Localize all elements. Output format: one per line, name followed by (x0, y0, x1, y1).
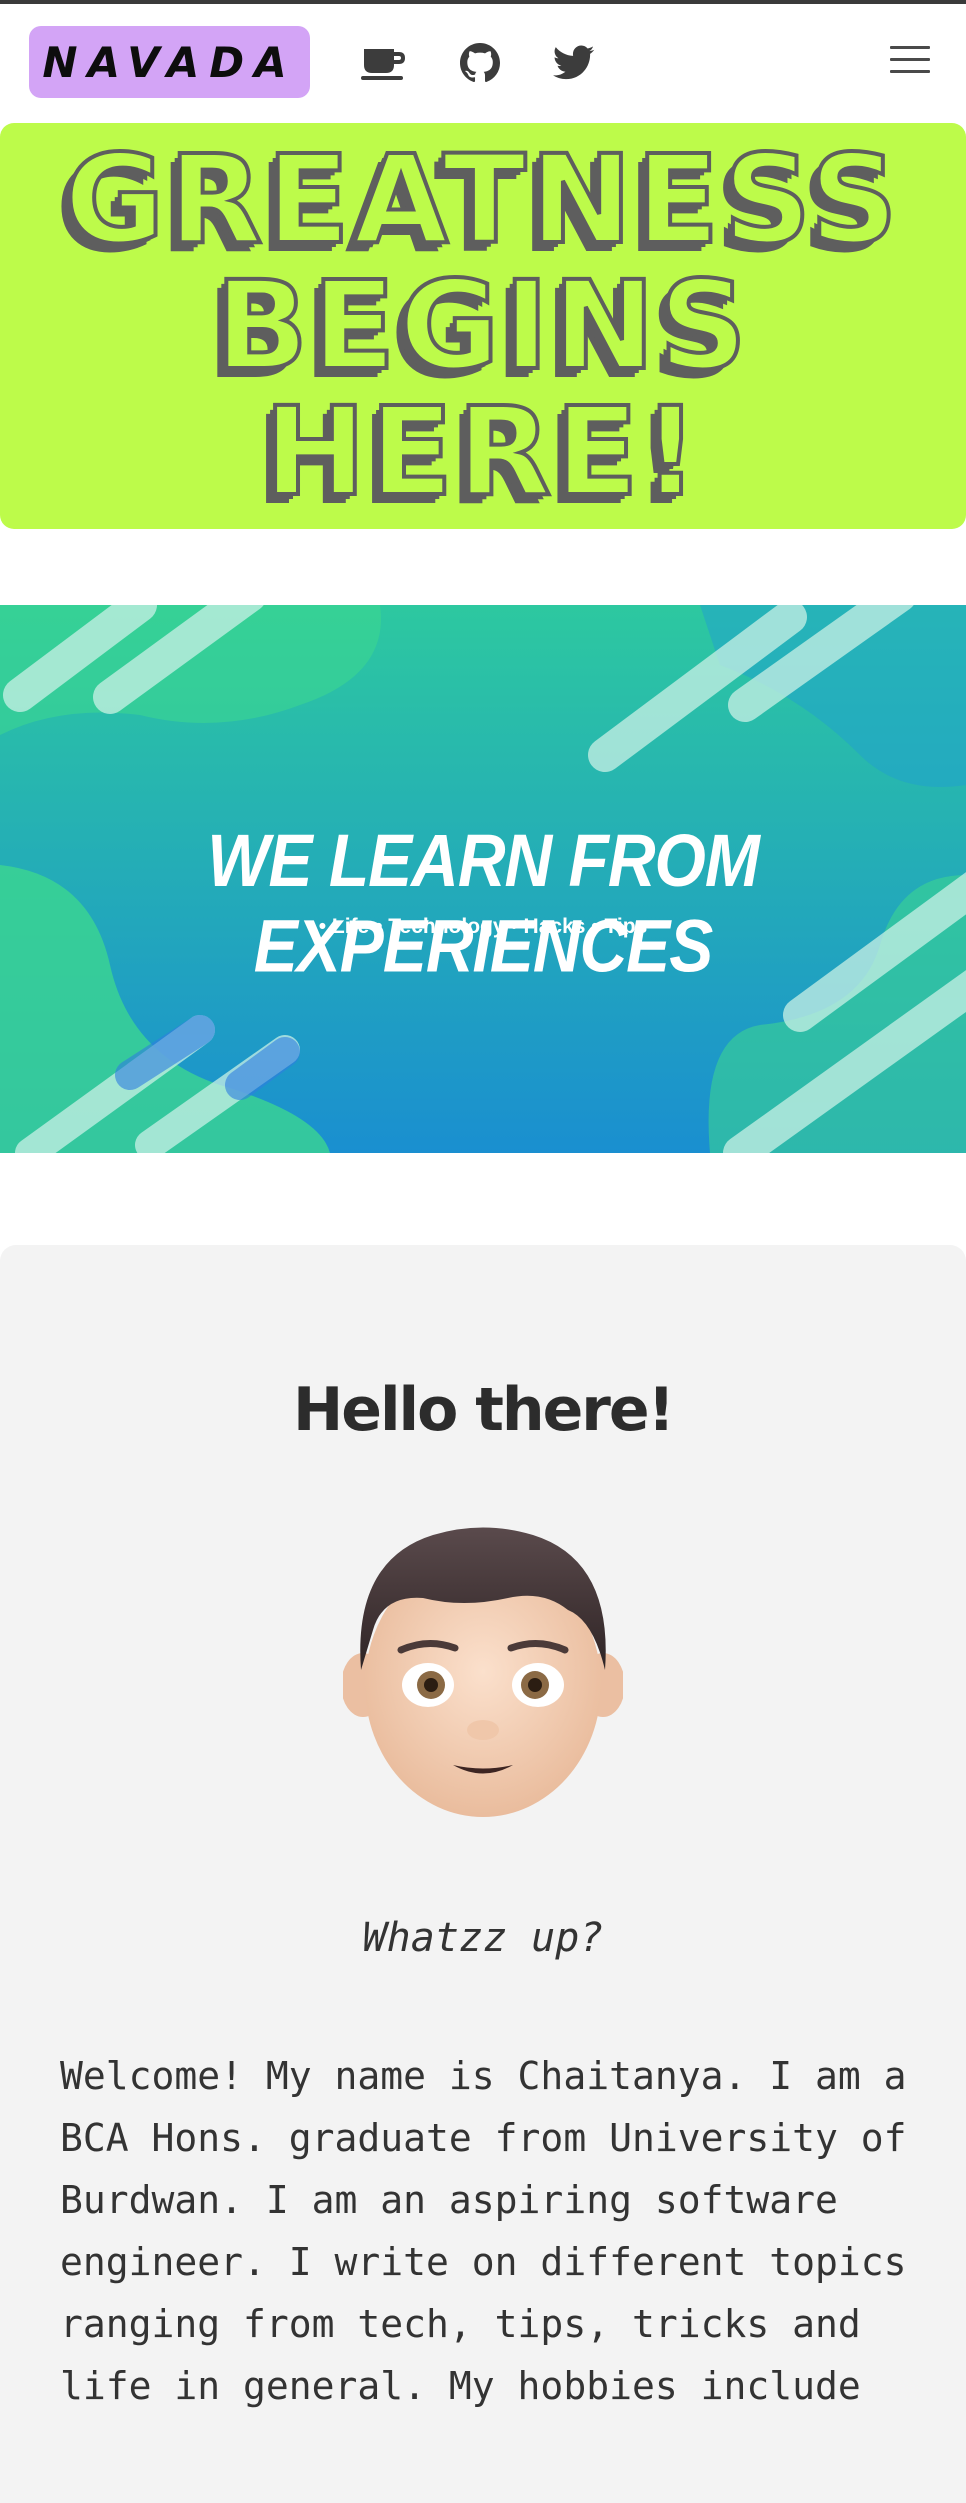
about-title: Hello there! (293, 1375, 675, 1445)
site-header: NAVADA (0, 4, 966, 119)
hamburger-menu-icon[interactable] (890, 46, 930, 78)
about-tagline: Whatzz up? (362, 1915, 604, 1961)
banner-image: WE LEARN FROM EXPERIENCES • Life • Techn… (0, 605, 966, 1153)
twitter-icon[interactable] (550, 39, 598, 87)
hero-section: GREATNESS BEGINS HERE! (0, 123, 966, 529)
hero-line-1: GREATNESS (62, 129, 902, 271)
coffee-icon[interactable] (360, 39, 408, 87)
hero-line-3: HERE! (262, 381, 703, 523)
about-body-text: Welcome! My name is Chaitanya. I am a BC… (60, 2054, 907, 2408)
about-card: Hello there! Whatzz up? Welcome! My name… (0, 1245, 966, 2503)
brand-logo-button[interactable]: NAVADA (29, 26, 310, 98)
hero-line-2: BEGINS (213, 255, 751, 397)
banner-title: WE LEARN FROM EXPERIENCES (207, 819, 760, 987)
github-icon[interactable] (456, 39, 504, 87)
boy-emoji-avatar (343, 1527, 623, 1817)
banner-subtitle: • Life • Technology • Hacks • Tips (318, 915, 648, 938)
